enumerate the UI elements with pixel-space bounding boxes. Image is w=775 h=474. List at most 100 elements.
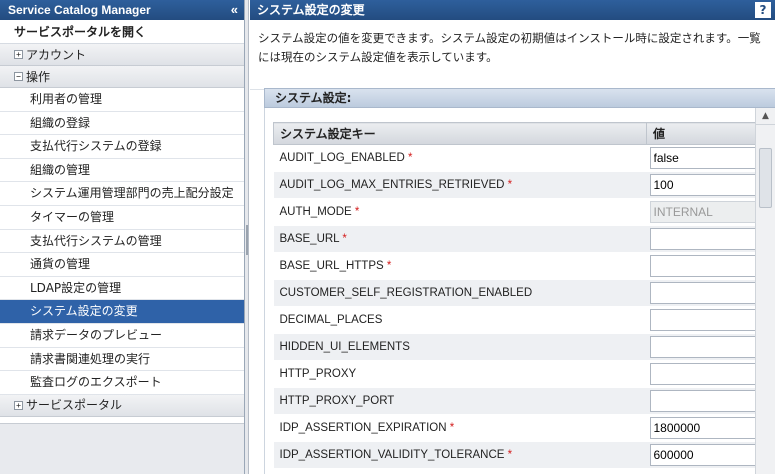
- scrollbar-thumb[interactable]: [759, 148, 772, 208]
- scroll-up-icon[interactable]: ▲: [756, 108, 775, 125]
- sidebar-item[interactable]: 支払代行システムの管理: [0, 229, 244, 254]
- sidebar-item[interactable]: LDAP設定の管理: [0, 276, 244, 301]
- setting-value-cell: [646, 333, 755, 361]
- setting-value-input[interactable]: [649, 147, 755, 169]
- column-header-key[interactable]: システム設定キー: [273, 122, 647, 145]
- setting-key-cell: BASE_URL_HTTPS *: [273, 252, 647, 280]
- setting-value-cell: [646, 252, 755, 280]
- table-row: CUSTOMER_SELF_REGISTRATION_ENABLED: [273, 279, 755, 307]
- table-row: HTTP_PROXY: [273, 360, 755, 388]
- main-panel: システム設定の変更 ? システム設定の値を変更できます。システム設定の初期値はイ…: [250, 0, 775, 474]
- column-header-value[interactable]: 値: [646, 122, 755, 145]
- setting-key-cell: DECIMAL_PLACES: [273, 306, 647, 334]
- table-row: IDP_ASSERTION_VALIDITY_TOLERANCE *: [273, 441, 755, 469]
- sidebar-item[interactable]: 支払代行システムの登録: [0, 135, 244, 159]
- table-header-row: システム設定キー 値: [273, 122, 755, 145]
- main-header: システム設定の変更 ?: [250, 0, 775, 20]
- table-row: AUTH_MODE *: [273, 198, 755, 226]
- sidebar-title: Service Catalog Manager: [8, 3, 151, 17]
- settings-panel: システム設定: システム設定キー 値 AUDIT_LOG_ENABLED *AU…: [264, 88, 775, 474]
- table-row: BASE_URL *: [273, 225, 755, 253]
- group-service-portal-label: サービスポータル: [26, 398, 123, 413]
- setting-key: DECIMAL_PLACES: [279, 314, 383, 326]
- group-account[interactable]: + アカウント: [0, 44, 244, 66]
- required-marker: *: [354, 206, 360, 218]
- group-service-portal[interactable]: + サービスポータル: [0, 394, 244, 417]
- sidebar-item[interactable]: 組織の管理: [0, 158, 244, 183]
- setting-value-input[interactable]: [649, 309, 755, 331]
- setting-key: AUDIT_LOG_ENABLED: [279, 152, 405, 164]
- table-row: AUDIT_LOG_MAX_ENTRIES_RETRIEVED *: [273, 171, 755, 199]
- group-operations[interactable]: − 操作: [0, 66, 244, 88]
- setting-value-input[interactable]: [649, 390, 755, 412]
- sidebar-header: Service Catalog Manager «: [0, 0, 244, 20]
- setting-value-cell: [646, 414, 755, 442]
- setting-value-input[interactable]: [649, 255, 755, 277]
- setting-key: HTTP_PROXY_PORT: [279, 395, 395, 407]
- setting-value-input[interactable]: [649, 228, 755, 250]
- setting-key: CUSTOMER_SELF_REGISTRATION_ENABLED: [279, 287, 533, 299]
- sidebar-item[interactable]: 請求データのプレビュー: [0, 323, 244, 348]
- sidebar-item[interactable]: システム運用管理部門の売上配分設定: [0, 182, 244, 206]
- operations-menu: 利用者の管理 組織の登録 支払代行システムの登録 組織の管理 システム運用管理部門の売上…: [0, 88, 244, 395]
- setting-value-input[interactable]: [649, 444, 755, 466]
- expand-icon: +: [14, 400, 23, 410]
- table-row: IDP_ASSERTION_EXPIRATION *: [273, 414, 755, 442]
- sidebar-item[interactable]: 請求書関連処理の実行: [0, 347, 244, 372]
- table-row: BASE_URL_HTTPS *: [273, 252, 755, 280]
- page-description: システム設定の値を変更できます。システム設定の初期値はインストール時に設定されま…: [250, 20, 775, 90]
- sidebar-item[interactable]: 利用者の管理: [0, 88, 244, 112]
- settings-table-body: AUDIT_LOG_ENABLED *AUDIT_LOG_MAX_ENTRIES…: [273, 144, 755, 469]
- setting-value-input[interactable]: [649, 363, 755, 385]
- setting-value-input[interactable]: [649, 336, 755, 358]
- group-account-label: アカウント: [26, 47, 87, 62]
- required-marker: *: [342, 233, 347, 245]
- splitter-grip-icon[interactable]: [246, 225, 248, 255]
- panel-title: システム設定:: [264, 88, 775, 108]
- setting-key-cell: BASE_URL *: [273, 225, 647, 253]
- setting-value-input[interactable]: [649, 174, 755, 196]
- sidebar-item[interactable]: システム設定の変更: [0, 300, 244, 324]
- setting-key-cell: CUSTOMER_SELF_REGISTRATION_ENABLED: [273, 279, 647, 307]
- required-marker: *: [449, 422, 455, 434]
- setting-value-cell: [646, 387, 755, 415]
- required-marker: *: [507, 449, 513, 461]
- required-marker: *: [407, 152, 413, 164]
- setting-value-cell: [646, 171, 755, 199]
- sidebar-item[interactable]: タイマーの管理: [0, 205, 244, 230]
- setting-key-cell: HTTP_PROXY: [273, 360, 647, 388]
- setting-value-cell: [646, 279, 755, 307]
- table-row: DECIMAL_PLACES: [273, 306, 755, 334]
- setting-key: BASE_URL_HTTPS: [279, 260, 384, 272]
- setting-key: BASE_URL: [279, 233, 340, 245]
- open-service-portal-link[interactable]: サービスポータルを開く: [0, 20, 244, 44]
- required-marker: *: [386, 260, 392, 272]
- setting-key: AUTH_MODE: [279, 206, 352, 218]
- setting-key: HTTP_PROXY: [279, 368, 357, 380]
- setting-key-cell: HTTP_PROXY_PORT: [273, 387, 647, 415]
- group-operations-label: 操作: [26, 69, 51, 84]
- setting-key-cell: AUDIT_LOG_MAX_ENTRIES_RETRIEVED *: [273, 171, 647, 199]
- required-marker: *: [507, 179, 513, 191]
- setting-value-input[interactable]: [649, 417, 755, 439]
- setting-key: IDP_ASSERTION_EXPIRATION: [279, 422, 447, 434]
- setting-key-cell: AUTH_MODE *: [273, 198, 647, 226]
- vertical-scrollbar[interactable]: ▲: [755, 108, 775, 474]
- setting-value-input: [649, 201, 755, 223]
- settings-grid-area: システム設定キー 値 AUDIT_LOG_ENABLED *AUDIT_LOG_…: [264, 108, 755, 474]
- setting-value-cell: [646, 306, 755, 334]
- setting-key: IDP_ASSERTION_VALIDITY_TOLERANCE: [279, 449, 505, 461]
- setting-value-input[interactable]: [649, 282, 755, 304]
- help-icon[interactable]: ?: [755, 2, 771, 18]
- setting-key-cell: IDP_ASSERTION_VALIDITY_TOLERANCE *: [273, 441, 647, 469]
- setting-key: AUDIT_LOG_MAX_ENTRIES_RETRIEVED: [279, 179, 505, 191]
- collapse-sidebar-icon[interactable]: «: [231, 0, 238, 20]
- setting-value-cell: [646, 144, 755, 172]
- sidebar-item[interactable]: 通貨の管理: [0, 253, 244, 277]
- sidebar-item[interactable]: 組織の登録: [0, 111, 244, 136]
- setting-value-cell: [646, 225, 755, 253]
- sidebar-item[interactable]: 監査ログのエクスポート: [0, 371, 244, 395]
- setting-key-cell: AUDIT_LOG_ENABLED *: [273, 144, 647, 172]
- pane-splitter[interactable]: [245, 0, 249, 474]
- collapse-icon: −: [14, 72, 23, 81]
